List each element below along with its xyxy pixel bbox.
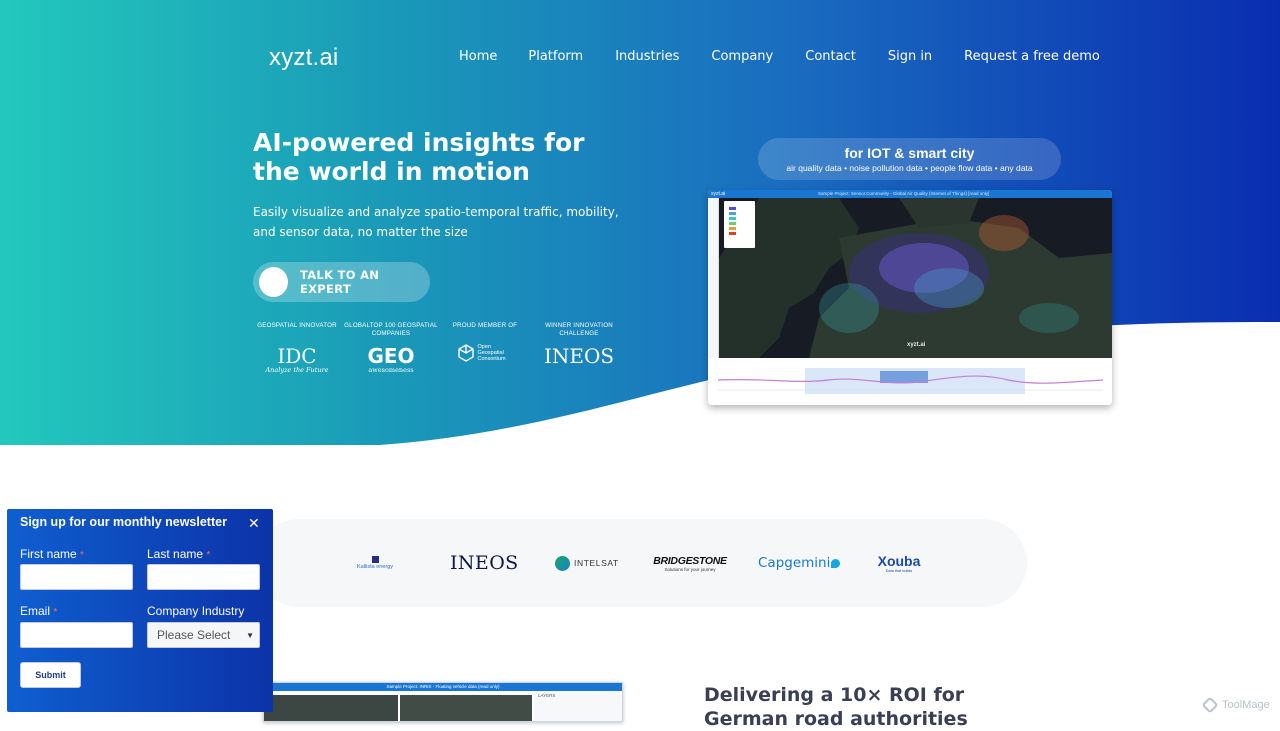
kallista-logo-icon	[371, 556, 379, 563]
intelsat-globe-icon	[555, 555, 570, 571]
award-idc: GEOSPATIAL INNOVATOR IDC Analyze the Fut…	[250, 322, 344, 374]
hero-headline: AI-powered insights for the world in mot…	[253, 128, 585, 186]
nav-request-demo[interactable]: Request a free demo	[964, 49, 1100, 64]
award-caption: PROUD MEMBER OF	[452, 322, 518, 329]
legend-swatch	[729, 207, 736, 210]
screenshot-project-title: Sample Project: Sensor.Community - Globa…	[818, 191, 990, 196]
email-label-text: Email	[20, 604, 51, 618]
required-mark: *	[53, 607, 58, 618]
thumb-layers-panel: LAYERS	[534, 691, 622, 721]
client-tagline: Data that builds	[885, 569, 913, 573]
client-name: Xouba	[877, 553, 921, 569]
award-subtext: Analyze the Future	[265, 366, 329, 374]
client-logos-strip: Kallista energy INEOS INTELSAT BRIDGESTO…	[255, 519, 1027, 607]
idc-logo-icon: IDC	[277, 344, 317, 368]
screenshot-titlebar: xyzt.ai Sample Project: Sensor.Community…	[708, 190, 1112, 198]
nav-industries[interactable]: Industries	[615, 49, 679, 64]
nav-company[interactable]: Company	[711, 49, 773, 64]
histogram-graphic	[717, 368, 1104, 394]
main-nav: Home Platform Industries Company Contact…	[459, 49, 1100, 64]
required-mark: *	[80, 550, 84, 561]
watermark-text: ToolMage	[1222, 699, 1270, 711]
first-name-field[interactable]	[20, 564, 133, 590]
last-name-label: Last name *	[147, 547, 210, 561]
legend-swatch	[729, 232, 736, 235]
industry-selected-value: Please Select	[157, 628, 231, 642]
newsletter-title: Sign up for our monthly newsletter	[20, 515, 227, 529]
iot-badge: for IOT & smart city air quality data • …	[758, 138, 1061, 180]
toolmage-watermark: ToolMage	[1201, 696, 1270, 714]
nav-contact[interactable]: Contact	[805, 49, 856, 64]
iot-subtitle: air quality data • noise pollution data …	[786, 163, 1033, 173]
first-name-label: First name *	[20, 547, 84, 561]
thumb-map-right	[400, 695, 532, 721]
legend-swatch	[729, 222, 736, 225]
award-geo: GLOBALTOP 100 GEOSPATIAL COMPANIES GEO a…	[344, 322, 438, 374]
map-watermark: xyzt.ai	[907, 342, 926, 348]
client-name: Kallista energy	[356, 564, 394, 570]
capgemini-spade-icon	[831, 558, 841, 568]
newsletter-popup: Sign up for our monthly newsletter ✕ Fir…	[7, 509, 273, 712]
talk-to-expert-button[interactable]: TALK TO AN EXPERT	[253, 262, 430, 302]
legend-swatch	[729, 227, 736, 230]
award-subtext: awesomeness	[368, 366, 414, 374]
award-ogc: PROUD MEMBER OF Open Geospatial Consorti…	[438, 322, 532, 374]
award-caption: WINNER INNOVATION CHALLENGE	[545, 322, 613, 337]
case-study-title: Delivering a 10× ROI for German road aut…	[704, 684, 968, 730]
industry-label: Company Industry	[147, 604, 245, 618]
cta-label: TALK TO AN EXPERT	[299, 268, 380, 296]
last-name-field[interactable]	[147, 564, 260, 590]
email-field[interactable]	[20, 622, 133, 648]
thumb-map-left	[264, 695, 398, 721]
europe-map: xyzt.ai	[719, 198, 1112, 358]
award-ineos: WINNER INNOVATION CHALLENGE INEOS	[532, 322, 626, 374]
product-screenshot: xyzt.ai Sample Project: Sensor.Community…	[708, 190, 1112, 405]
required-mark: *	[206, 550, 211, 561]
client-xouba: Xouba Data that builds	[873, 550, 925, 576]
industry-select[interactable]: Please Select ▼	[147, 622, 260, 648]
submit-button[interactable]: Submit	[20, 662, 81, 688]
ogc-cube-icon	[457, 344, 474, 362]
site-logo[interactable]: xyzt.ai	[269, 44, 338, 72]
client-name: BRIDGESTONE	[653, 554, 727, 567]
award-caption: GLOBALTOP 100 GEOSPATIAL COMPANIES	[344, 322, 438, 337]
last-name-label-text: Last name	[147, 547, 204, 561]
legend-swatch	[729, 212, 736, 215]
screenshot-app-name: xyzt.ai	[711, 191, 726, 197]
screenshot-toolbar	[708, 198, 719, 358]
legend-swatch	[729, 217, 736, 220]
cta-dot-icon	[259, 267, 288, 297]
client-ineos: INEOS	[450, 550, 519, 576]
chevron-down-icon: ▼	[246, 630, 254, 640]
awards-row: GEOSPATIAL INNOVATOR IDC Analyze the Fut…	[250, 322, 626, 374]
nav-home[interactable]: Home	[459, 49, 497, 64]
client-capgemini: Capgemini	[758, 550, 841, 576]
map-legend	[724, 201, 755, 248]
client-name: INEOS	[450, 552, 519, 574]
sensor-map-graphic	[719, 198, 1112, 358]
client-name: INTELSAT	[574, 558, 619, 568]
iot-title: for IOT & smart city	[844, 145, 975, 161]
toolmage-logo-icon	[1201, 696, 1219, 714]
time-histogram	[708, 358, 1112, 405]
email-label: Email *	[20, 604, 57, 618]
ogc-logo-text: Open Geospatial Consortium	[477, 344, 506, 362]
client-intelsat: INTELSAT	[555, 550, 619, 576]
client-kallista: Kallista energy	[353, 550, 397, 576]
client-name: Capgemini	[758, 555, 831, 571]
nav-sign-in[interactable]: Sign in	[888, 49, 932, 64]
nav-platform[interactable]: Platform	[528, 49, 583, 64]
geo-logo-icon: GEO	[367, 344, 415, 368]
hero-subline: Easily visualize and analyze spatio-temp…	[253, 205, 619, 239]
first-name-label-text: First name	[20, 547, 77, 561]
client-tagline: Solutions for your journey	[664, 566, 716, 572]
thumb-titlebar: Sample Project: INRIX - Floating vehicle…	[264, 683, 622, 691]
client-bridgestone: BRIDGESTONE Solutions for your journey	[653, 550, 727, 576]
ineos-logo-icon: INEOS	[543, 344, 615, 368]
close-icon[interactable]: ✕	[248, 515, 260, 531]
ogc-logo: Open Geospatial Consortium	[438, 344, 532, 362]
award-caption: GEOSPATIAL INNOVATOR	[257, 322, 337, 329]
case-study-screenshot: Sample Project: INRIX - Floating vehicle…	[263, 682, 623, 722]
